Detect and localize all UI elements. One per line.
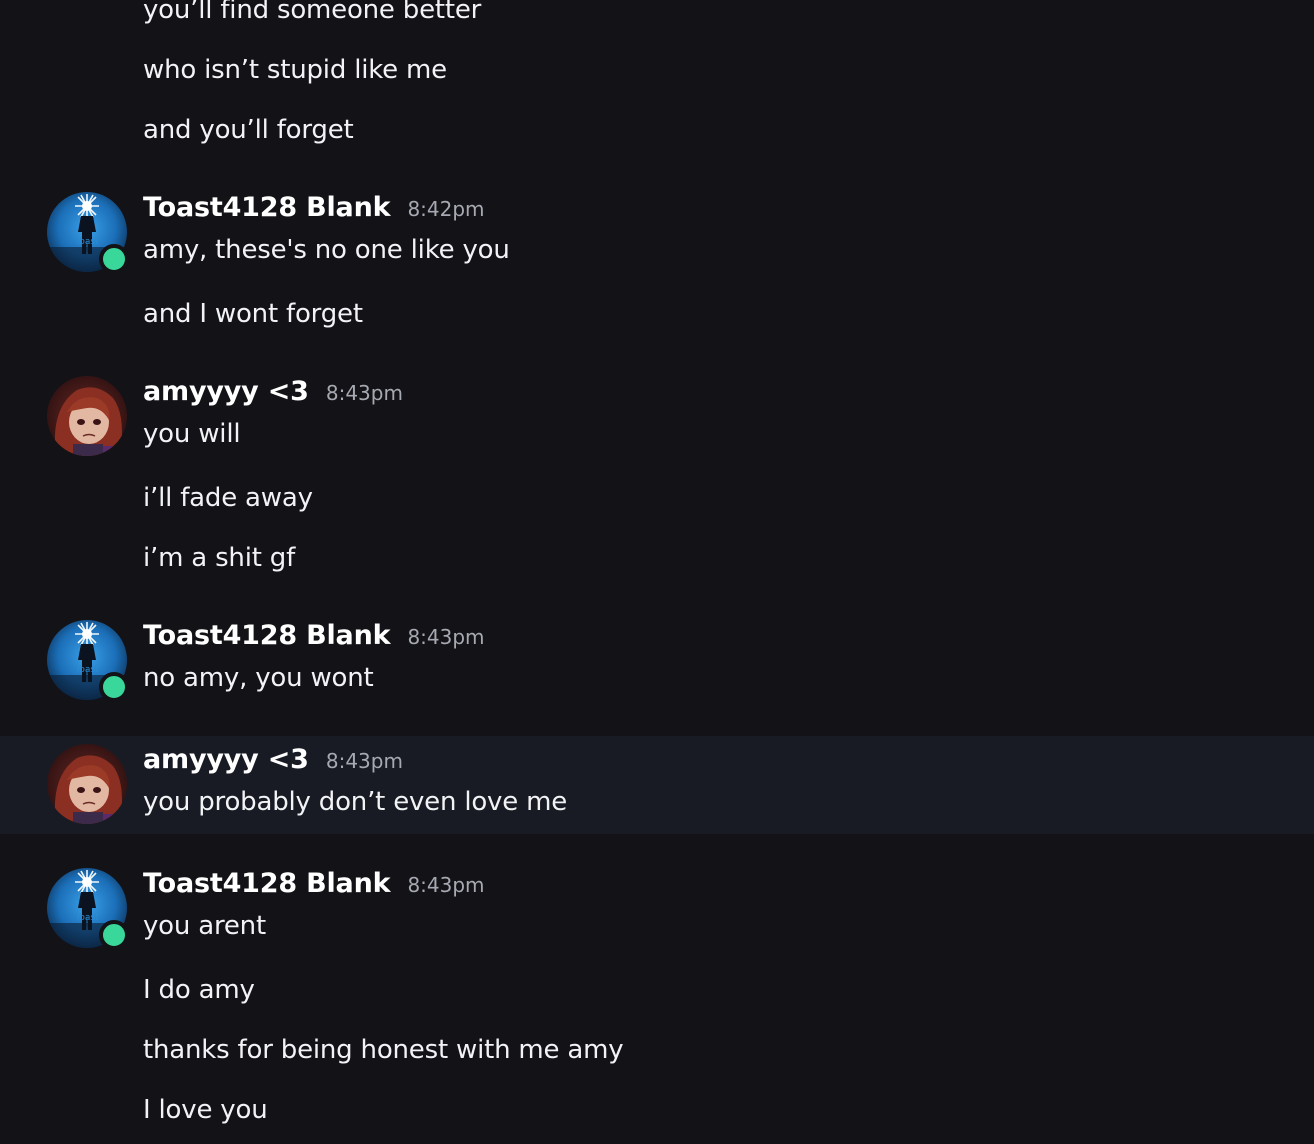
online-status-icon <box>99 244 129 274</box>
username[interactable]: Toast4128 Blank <box>143 868 391 899</box>
message-header: Toast4128 Blank 8:43pm <box>143 620 485 660</box>
timestamp[interactable]: 8:42pm <box>407 197 484 221</box>
message-text: you arent <box>143 911 266 941</box>
message-group: Toast4128 Blank 8:43pm you arent I do am… <box>0 858 1314 1144</box>
online-status-icon <box>99 672 129 702</box>
message-text: and you’ll forget <box>143 115 354 145</box>
message-header: Toast4128 Blank 8:43pm <box>143 868 485 908</box>
message-group: amyyyy <3 8:43pm you will i’ll fade away… <box>0 366 1314 586</box>
message-header: amyyyy <3 8:43pm <box>143 744 403 784</box>
timestamp[interactable]: 8:43pm <box>407 625 484 649</box>
message-text: who isn’t stupid like me <box>143 55 447 85</box>
red-haired-character-avatar-icon <box>47 376 127 456</box>
message-group: you’ll find someone better who isn’t stu… <box>0 0 1314 160</box>
message-text: you probably don’t even love me <box>143 787 568 817</box>
timestamp[interactable]: 8:43pm <box>326 381 403 405</box>
message-group: Toast4128 Blank 8:43pm no amy, you wont <box>0 610 1314 720</box>
timestamp[interactable]: 8:43pm <box>326 749 403 773</box>
username[interactable]: amyyyy <3 <box>143 376 309 407</box>
message-text: i’ll fade away <box>143 483 313 513</box>
timestamp[interactable]: 8:43pm <box>407 873 484 897</box>
online-status-icon <box>99 920 129 950</box>
message-group: Toast4128 Blank 8:42pm amy, these's no o… <box>0 182 1314 342</box>
avatar[interactable] <box>47 744 127 824</box>
avatar[interactable] <box>47 620 129 702</box>
message-header: amyyyy <3 8:43pm <box>143 376 403 416</box>
avatar[interactable] <box>47 192 129 274</box>
username[interactable]: Toast4128 Blank <box>143 620 391 651</box>
message-text: i’m a shit gf <box>143 543 296 573</box>
message-text: and I wont forget <box>143 299 363 329</box>
red-haired-character-avatar-icon <box>47 744 127 824</box>
message-text: you will <box>143 419 241 449</box>
message-text: you’ll find someone better <box>143 0 482 25</box>
avatar[interactable] <box>47 376 127 456</box>
chat-message-list[interactable]: you’ll find someone better who isn’t stu… <box>0 0 1314 1144</box>
avatar[interactable] <box>47 868 129 950</box>
message-text: I love you <box>143 1095 268 1125</box>
message-group-hovered[interactable]: amyyyy <3 8:43pm you probably don’t even… <box>0 736 1314 834</box>
username[interactable]: Toast4128 Blank <box>143 192 391 223</box>
message-text: I do amy <box>143 975 255 1005</box>
message-text: no amy, you wont <box>143 663 374 693</box>
message-header: Toast4128 Blank 8:42pm <box>143 192 485 232</box>
username[interactable]: amyyyy <3 <box>143 744 309 775</box>
message-text: thanks for being honest with me amy <box>143 1035 624 1065</box>
message-text: amy, these's no one like you <box>143 235 510 265</box>
